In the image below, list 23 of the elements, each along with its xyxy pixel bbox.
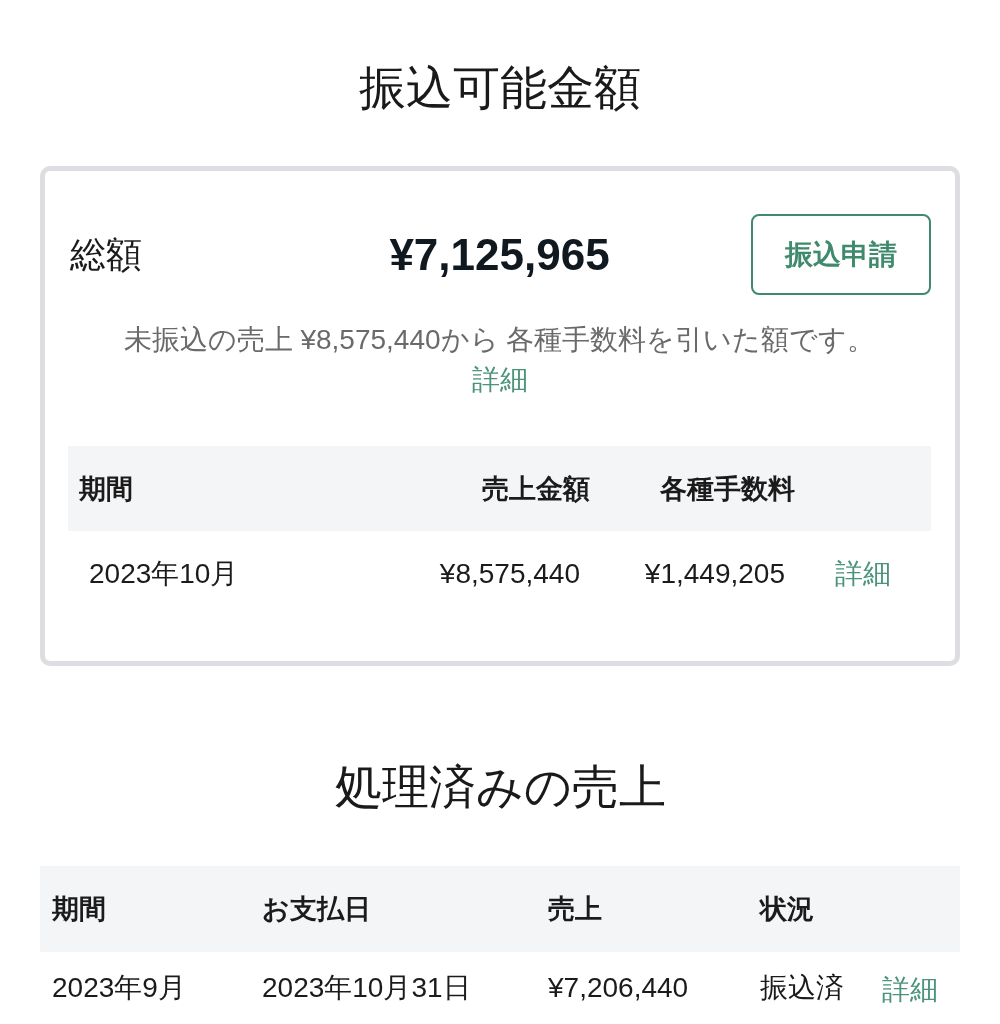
column-header: 売上 (548, 893, 602, 926)
total-amount: ¥7,125,965 (389, 228, 610, 281)
table-cell-text: 2023年10月 (89, 557, 239, 591)
total-label: 総額 (69, 232, 142, 277)
transfer-request-button[interactable]: 振込申請 (751, 214, 931, 295)
note-text: 未振込の売上 ¥8,575,440から 各種手数料を引いた額です。 (123, 323, 876, 357)
detail-link[interactable]: 詳細 (835, 554, 891, 594)
table-cell-text: 2023年9月 (52, 971, 186, 1005)
detail-link[interactable]: 詳細 (882, 970, 938, 1010)
page-title: 振込可能金額 (358, 60, 642, 116)
column-header: 期間 (52, 893, 106, 926)
detail-link[interactable]: 詳細 (471, 360, 528, 400)
table-cell-text: 2023年10月31日 (262, 971, 471, 1005)
column-header: 売上金額 (482, 472, 590, 506)
table-cell-text: ¥1,449,205 (644, 557, 785, 591)
column-header: 状況 (760, 893, 814, 926)
table-cell-text: 振込済 (760, 971, 844, 1005)
table-cell-text: ¥7,206,440 (548, 971, 689, 1005)
column-header: 期間 (79, 472, 133, 506)
column-header: お支払日 (262, 893, 371, 926)
table-cell-text: ¥8,575,440 (439, 557, 580, 591)
column-header: 各種手数料 (660, 472, 795, 506)
section-title: 処理済みの売上 (333, 759, 667, 815)
